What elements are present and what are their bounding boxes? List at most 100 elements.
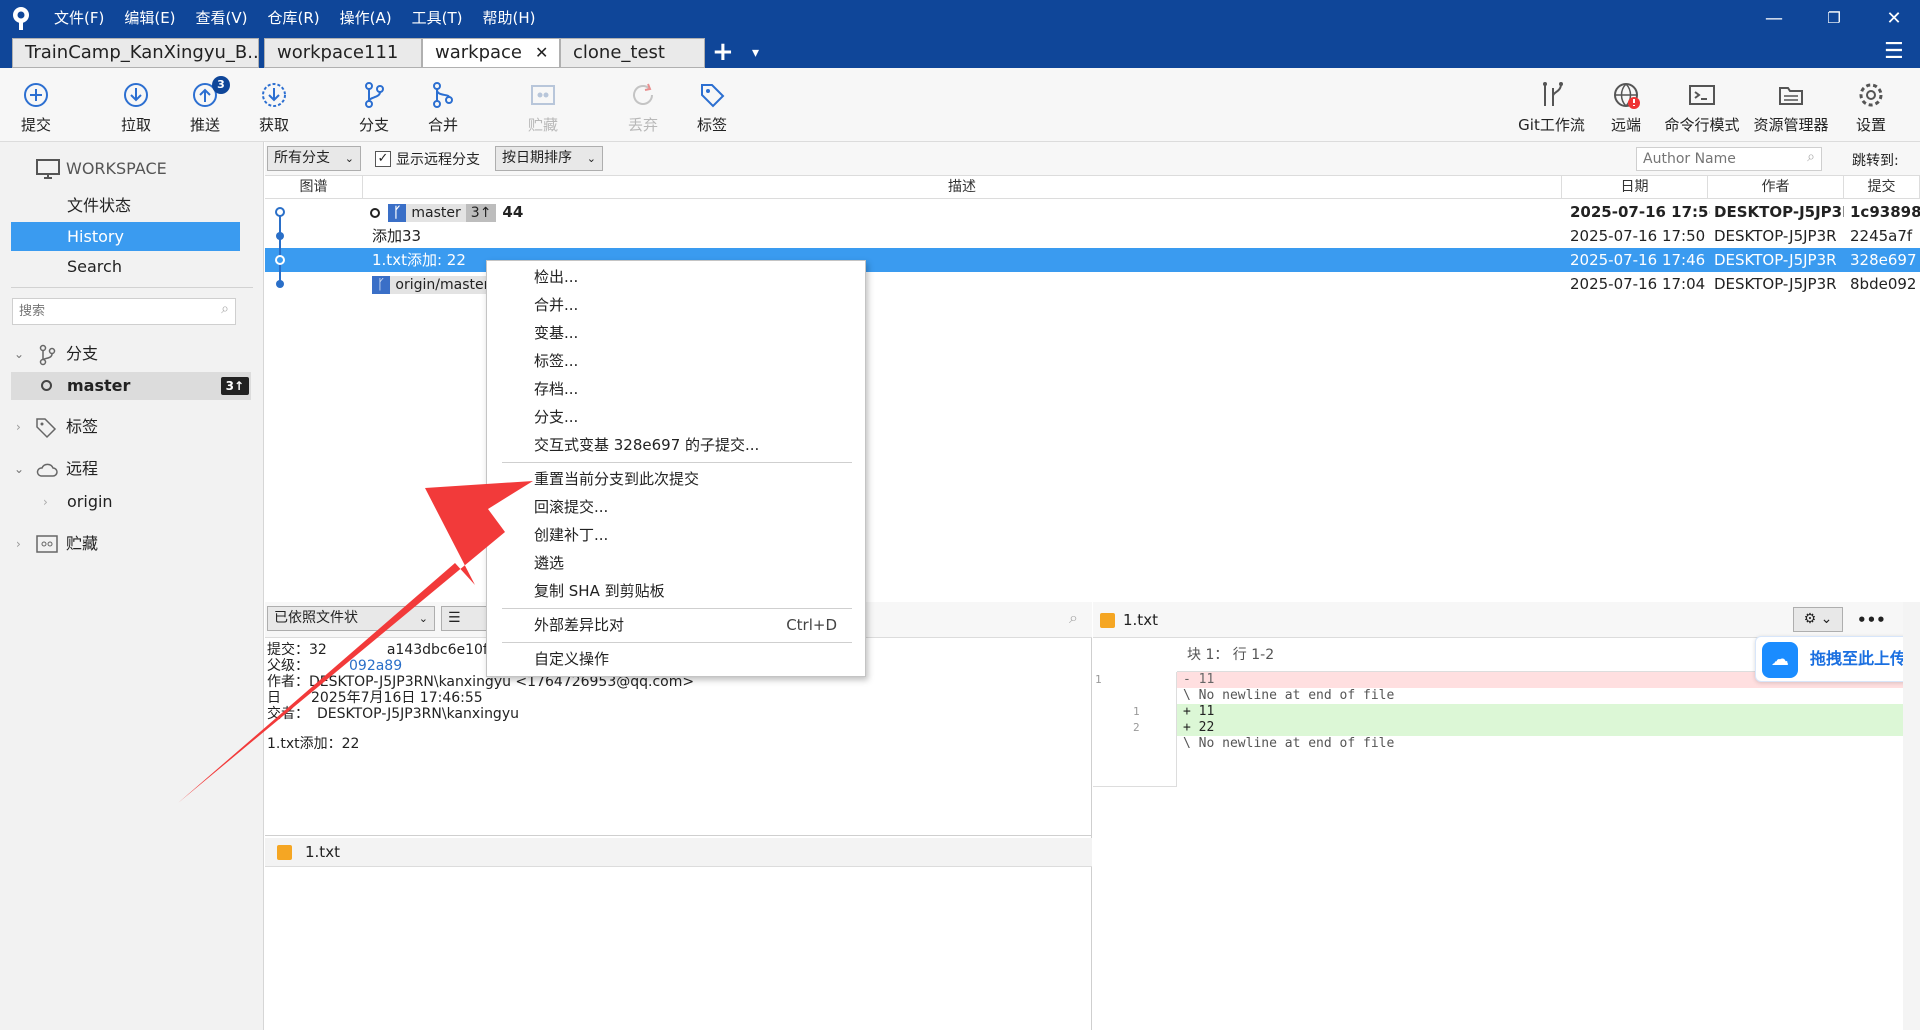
menu-item-merge[interactable]: 合并... (487, 292, 865, 318)
section-remotes[interactable]: ⌄ 远程 (0, 455, 264, 483)
menu-item-revert[interactable]: 回滚提交... (487, 494, 865, 520)
commit-author: DESKTOP-J5JP3R (1714, 251, 1837, 269)
remote-branch-tag: origin/master (390, 275, 495, 294)
commit-sha: 328e697 (1850, 251, 1917, 269)
tag-button[interactable]: 标签 (677, 68, 747, 142)
list-mode-dropdown[interactable]: ☰ (441, 606, 489, 631)
author-filter-input[interactable] (1637, 148, 1787, 170)
menu-help[interactable]: 帮助(H) (472, 0, 545, 36)
section-branches[interactable]: ⌄ 分支 (0, 340, 264, 368)
commit-button[interactable]: 提交 (1, 68, 71, 142)
new-line-number: 1 (1133, 705, 1140, 718)
file-name: 1.txt (305, 843, 340, 861)
menu-item-tag[interactable]: 标签... (487, 348, 865, 374)
search-label: Search (67, 257, 122, 276)
remote-button[interactable]: 远端 (1591, 68, 1661, 142)
close-window-button[interactable]: ✕ (1872, 0, 1916, 36)
tab-clone-test[interactable]: clone_test (560, 38, 705, 68)
sort-dropdown[interactable]: 按日期排序 ⌄ (495, 146, 603, 171)
menu-action[interactable]: 操作(A) (330, 0, 402, 36)
diff-file-name: 1.txt (1123, 611, 1158, 629)
tab-workpace111[interactable]: workpace111 (264, 38, 422, 68)
menu-item-checkout[interactable]: 检出... (487, 264, 865, 290)
sidebar-item-origin[interactable]: › origin (0, 488, 264, 516)
branch-filter-dropdown[interactable]: 所有分支 ⌄ (267, 146, 361, 171)
diff-options-dropdown[interactable]: ⚙ ⌄ (1793, 607, 1843, 632)
sidebar-item-history[interactable]: History (11, 222, 240, 251)
commit-row[interactable]: 添加33 2025-07-16 17:50 DESKTOP-J5JP3R 224… (265, 224, 1920, 248)
search-icon[interactable]: ⌕ (1069, 608, 1078, 628)
commit-row[interactable]: ᚴ master 3↑ 44 2025-07-16 17:5( DESKTOP-J5J… (265, 200, 1920, 224)
column-author[interactable]: 作者 (1708, 176, 1844, 199)
diff-line-context: \ No newline at end of file (1093, 688, 1920, 704)
commit-sha: 8bde092 (1850, 275, 1917, 293)
cloud-icon (36, 463, 58, 477)
menu-item-custom-actions[interactable]: 自定义操作 (487, 646, 865, 672)
fetch-button[interactable]: 获取 (239, 68, 309, 142)
menu-item-external-diff[interactable]: 外部差异比对 Ctrl+D (487, 612, 865, 638)
parent-link[interactable]: 092a89 (349, 658, 402, 674)
menu-repo[interactable]: 仓库(R) (258, 0, 330, 36)
menu-item-branch[interactable]: 分支... (487, 404, 865, 430)
minimize-button[interactable]: — (1752, 0, 1796, 36)
tab-close-icon[interactable]: ✕ (535, 39, 548, 67)
terminal-label: 命令行模式 (1664, 116, 1740, 134)
merge-button[interactable]: 合并 (408, 68, 478, 142)
section-stashes[interactable]: › 贮藏 (0, 530, 264, 558)
search-icon: ⌕ (1807, 149, 1815, 165)
push-button[interactable]: 推送 3 (170, 68, 240, 142)
tab-label: TrainCamp_KanXingyu_B... (25, 42, 259, 63)
column-date[interactable]: 日期 (1562, 176, 1708, 199)
menu-view[interactable]: 查看(V) (186, 0, 258, 36)
terminal-button[interactable]: 命令行模式 (1660, 68, 1744, 142)
tab-traincamp[interactable]: TrainCamp_KanXingyu_B... (12, 38, 259, 68)
maximize-button[interactable]: ❐ (1812, 0, 1856, 36)
column-description[interactable]: 描述 (363, 176, 1562, 199)
sidebar-item-file-status[interactable]: 文件状态 (0, 192, 264, 220)
column-commit[interactable]: 提交 (1844, 176, 1920, 199)
menu-file[interactable]: 文件(F) (44, 0, 114, 36)
explorer-button[interactable]: 资源管理器 (1752, 68, 1830, 142)
show-remote-checkbox[interactable]: ✓ (375, 151, 391, 167)
menu-tools[interactable]: 工具(T) (402, 0, 473, 36)
menu-item-rebase[interactable]: 变基... (487, 320, 865, 346)
diff-scrollbar[interactable] (1903, 602, 1920, 1030)
branches-label: 分支 (66, 344, 99, 363)
stash-button[interactable]: 贮藏 (508, 68, 578, 142)
settings-button[interactable]: 设置 (1836, 68, 1906, 142)
add-tab-icon[interactable]: + (712, 36, 734, 68)
discard-button[interactable]: 丢弃 (608, 68, 678, 142)
sidebar-item-master[interactable]: master 3↑ (11, 372, 251, 400)
upload-drop-widget[interactable]: ☁ 拖拽至此上传 (1755, 636, 1915, 682)
menu-item-archive[interactable]: 存档... (487, 376, 865, 402)
view-mode-dropdown[interactable]: 已依照文件状 ⌄ (267, 606, 435, 631)
section-tags[interactable]: › 标签 (0, 413, 264, 441)
menu-edit[interactable]: 编辑(E) (114, 0, 185, 36)
gitflow-button[interactable]: Git工作流 (1514, 68, 1589, 142)
more-icon[interactable]: ••• (1857, 602, 1886, 638)
jump-to-label: 跳转到: (1852, 153, 1899, 169)
remotes-label: 远程 (66, 459, 99, 478)
sidebar-item-search[interactable]: Search (0, 253, 264, 281)
menu-item-copy-sha[interactable]: 复制 SHA 到剪贴板 (487, 578, 865, 604)
hamburger-menu-icon[interactable]: ☰ (1884, 36, 1904, 68)
pull-button[interactable]: 拉取 (101, 68, 171, 142)
sidebar-search-input[interactable] (13, 299, 203, 324)
stash-icon (36, 535, 58, 553)
gear-icon (1859, 83, 1883, 107)
changed-file-row[interactable]: 1.txt (265, 838, 1092, 867)
current-branch-icon (41, 380, 52, 391)
tab-dropdown-icon[interactable]: ▾ (752, 38, 759, 68)
menu-item-interactive-rebase[interactable]: 交互式变基 328e697 的子提交... (487, 432, 865, 458)
column-graph[interactable]: 图谱 (265, 176, 363, 199)
modified-file-icon (277, 845, 292, 860)
tab-warkpace[interactable]: warkpace ✕ (422, 38, 560, 68)
menu-item-reset[interactable]: 重置当前分支到此次提交 (487, 466, 865, 492)
discard-icon (633, 83, 653, 105)
menu-item-create-patch[interactable]: 创建补丁... (487, 522, 865, 548)
author-label: 作者： (267, 674, 309, 690)
menu-item-cherry-pick[interactable]: 遴选 (487, 550, 865, 576)
old-line-number: 1 (1095, 673, 1102, 686)
branch-button[interactable]: 分支 (339, 68, 409, 142)
history-filter-bar: 所有分支 ⌄ ✓ 显示远程分支 按日期排序 ⌄ ⌕ 跳转到: (265, 142, 1920, 176)
